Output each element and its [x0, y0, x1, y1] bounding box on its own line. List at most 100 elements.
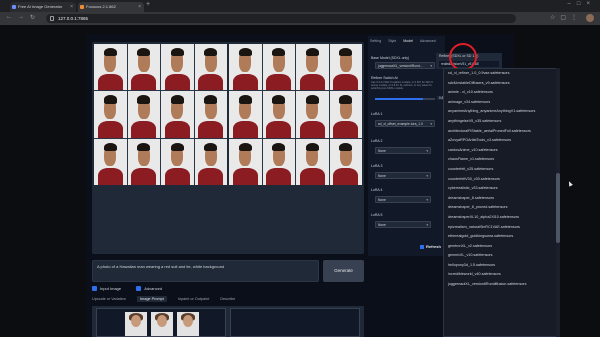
dropdown-option[interactable]: cardosAnime_v10.safetensors: [444, 146, 556, 156]
prompt-text: A photo of a Hawaiian man wearing a red …: [97, 264, 225, 269]
checkbox-icon: [92, 286, 97, 291]
chevron-down-icon: ▾: [430, 64, 432, 68]
tab-setting[interactable]: Setting: [370, 39, 381, 43]
refresh-button[interactable]: Refresh: [420, 244, 441, 249]
chevron-down-icon: ▾: [426, 198, 428, 202]
refiner-switch-slider[interactable]: [375, 98, 435, 100]
lora-1-value: sd_xl_offset_example-lora_1.0: [378, 122, 423, 126]
tab-style[interactable]: Style: [388, 39, 396, 43]
image-gallery: [92, 42, 364, 254]
highlight-circle-annotation: [449, 43, 477, 71]
reload-icon[interactable]: ↻: [30, 14, 35, 21]
portrait-image: [94, 44, 127, 91]
dropdown-option[interactable]: gemtronXL_v2.safetensors: [444, 242, 556, 252]
generate-button[interactable]: Generate: [323, 260, 364, 282]
portrait-image: [296, 44, 329, 91]
dropdown-option[interactable]: counterfeit_v25.safetensors: [444, 165, 556, 175]
lora-2-value: None: [378, 149, 386, 153]
input-image-checkbox[interactable]: Input Image: [92, 286, 121, 291]
close-tab-icon[interactable]: ×: [70, 2, 73, 12]
tab-describe[interactable]: Describe: [220, 297, 235, 301]
prompt-input[interactable]: A photo of a Hawaiian man wearing a red …: [92, 260, 319, 282]
browser-tab-bar: Free AI Image Generator × Fooocus 2.1.86…: [0, 0, 600, 12]
dropdown-option[interactable]: anythingelseV5_v35.safetensors: [444, 117, 556, 127]
refiner-switch-label: Refiner Switch At: [371, 76, 398, 80]
profile-avatar[interactable]: [586, 14, 594, 22]
portrait-image: [127, 44, 160, 91]
portrait-image: [296, 91, 329, 138]
chevron-down-icon: ▾: [426, 223, 428, 227]
dropdown-option[interactable]: incredibleworld_v40.safetensors: [444, 270, 556, 280]
image-prompt-slot-2[interactable]: [230, 308, 360, 337]
chevron-down-icon: ▾: [430, 122, 432, 126]
lora-5-select[interactable]: None ▾: [375, 221, 431, 228]
checkbox-icon: [136, 286, 142, 291]
lora-3-select[interactable]: None ▾: [375, 172, 431, 179]
dropdown-option[interactable]: hellopony3d_1.5.safetensors: [444, 261, 556, 271]
slider-fill: [375, 98, 423, 100]
url-input[interactable]: 127.0.0.1:7865: [46, 14, 516, 23]
tab-model[interactable]: Model: [403, 39, 413, 43]
tab-image-prompt[interactable]: Image Prompt: [136, 296, 167, 302]
advanced-label: Advanced: [144, 286, 163, 291]
image-sheet-left[interactable]: [94, 44, 227, 185]
dropdown-option[interactable]: genmixXL_v10.safetensors: [444, 251, 556, 261]
image-sheet-right[interactable]: [229, 44, 362, 185]
tab-upscale[interactable]: Upscale or Variation: [92, 297, 126, 301]
tab-title: Free AI Image Generator: [18, 4, 63, 9]
dropdown-option[interactable]: dreamshaper_8.safetensors: [444, 194, 556, 204]
lora-4-value: None: [378, 198, 386, 202]
dropdown-scrollbar[interactable]: [556, 68, 560, 337]
lora-2-label: LoRA 2: [371, 139, 383, 143]
close-tab-icon[interactable]: ×: [138, 2, 141, 12]
settings-tabs: Setting Style Model Advanced: [370, 39, 442, 43]
browser-tab-1[interactable]: Free AI Image Generator ×: [10, 2, 76, 12]
chevron-down-icon: ▾: [426, 174, 428, 178]
browser-tab-2[interactable]: Fooocus 2.1.862 ×: [78, 2, 144, 12]
dropdown-option[interactable]: architecturalFtStable_aerialPrunedFull.s…: [444, 127, 556, 137]
portrait-image: [329, 138, 362, 185]
portrait-image: [262, 91, 295, 138]
dropdown-option[interactable]: sdxlUnstableDiffusers_v9.safetensors: [444, 79, 556, 89]
back-icon[interactable]: ←: [6, 14, 12, 20]
dropdown-option[interactable]: dreamshaperXL10_alpha2Xl10.safetensors: [444, 213, 556, 223]
dropdown-option[interactable]: animage_v34.safetensors: [444, 98, 556, 108]
portrait-image: [296, 138, 329, 185]
lora-1-label: LoRA 1: [371, 112, 383, 116]
lora-1-select[interactable]: sd_xl_offset_example-lora_1.0 ▾: [375, 120, 435, 127]
window-controls[interactable]: –□×: [568, 1, 596, 7]
dropdown-option[interactable]: animie - xl_v10.safetensors: [444, 88, 556, 98]
lora-5-value: None: [378, 223, 386, 227]
option-checkboxes: Input Image Advanced: [92, 286, 176, 292]
scrollbar-thumb[interactable]: [556, 173, 560, 243]
reference-image-thumb: [125, 312, 147, 336]
lora-4-label: LoRA 4: [371, 188, 383, 192]
new-tab-icon[interactable]: +: [146, 1, 150, 8]
dropdown-option[interactable]: sd_xl_refiner_1.0_0.9vae.safetensors: [444, 69, 556, 79]
lora-4-select[interactable]: None ▾: [375, 196, 431, 203]
info-icon: [50, 16, 54, 21]
portrait-image: [262, 138, 295, 185]
dropdown-option[interactable]: counterfeitV30_v30.safetensors: [444, 175, 556, 185]
dropdown-option[interactable]: chaosFlame_v1.safetensors: [444, 155, 556, 165]
portrait-image: [194, 138, 227, 185]
forward-icon[interactable]: →: [18, 14, 24, 20]
image-prompt-slot-1[interactable]: [96, 308, 226, 337]
tab-inpaint[interactable]: Inpaint or Outpaint: [178, 297, 209, 301]
base-model-select[interactable]: juggernautXL_version6Rund... ▾: [375, 62, 435, 69]
dropdown-option[interactable]: anyanimeAnything_anyanimeAnythingV1.safe…: [444, 107, 556, 117]
dropdown-option[interactable]: cyberrealistic_v33.safetensors: [444, 184, 556, 194]
portrait-image: [127, 91, 160, 138]
portrait-image: [127, 138, 160, 185]
portrait-image: [329, 44, 362, 91]
lora-2-select[interactable]: None ▾: [375, 147, 431, 154]
dropdown-option[interactable]: epicrealism_naturalSinRC1VAE.safetensors: [444, 223, 556, 233]
dropdown-option[interactable]: etherealgold_goldkingsuma.safetensors: [444, 232, 556, 242]
dropdown-option[interactable]: aZovyaRPGArtistTools_v3.safetensors: [444, 136, 556, 146]
advanced-checkbox[interactable]: Advanced: [136, 286, 162, 291]
dropdown-option[interactable]: juggernautXL_version6Rundiffusion.safete…: [444, 280, 556, 290]
image-prompt-panel: [92, 306, 364, 337]
dropdown-option[interactable]: dreamshaper_8_pruned.safetensors: [444, 203, 556, 213]
extension-icons[interactable]: ☆▢⋮: [550, 14, 582, 21]
tab-advanced[interactable]: Advanced: [420, 39, 436, 43]
